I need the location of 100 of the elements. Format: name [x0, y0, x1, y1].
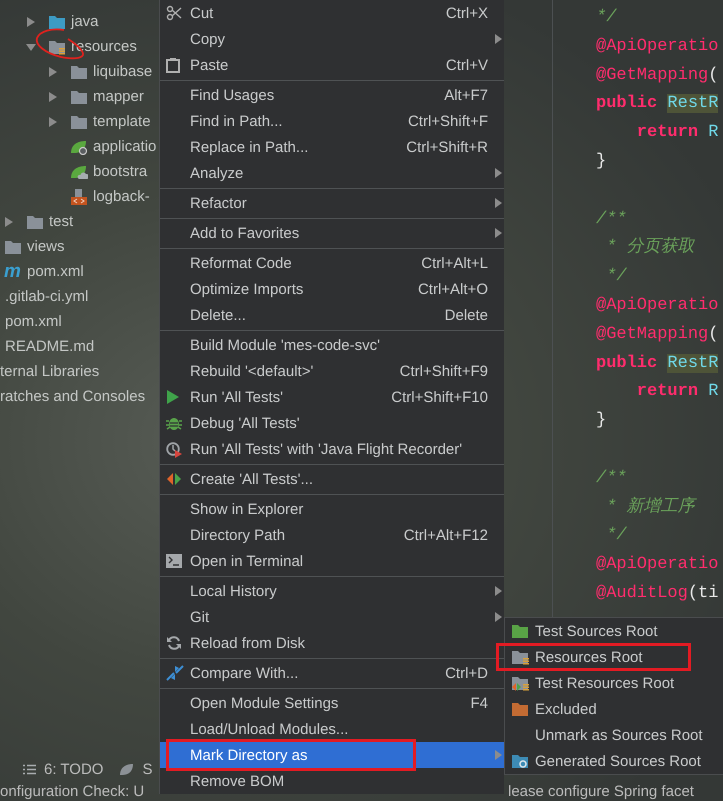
list-icon [23, 764, 36, 775]
tool-window-button[interactable]: S [119, 761, 152, 778]
bug-icon [166, 415, 182, 431]
tree-item[interactable]: test [49, 213, 74, 230]
reload-icon [166, 635, 182, 651]
menu-item[interactable]: Local History [160, 578, 504, 604]
code-line: @AuditLog(ti [596, 584, 718, 603]
tool-window-button[interactable]: 6: TODO [23, 761, 104, 778]
expand-arrow-icon[interactable] [26, 16, 36, 26]
tree-item[interactable]: ternal Libraries [0, 363, 100, 380]
menu-item[interactable]: Unmark as Sources Root [505, 722, 723, 748]
expand-arrow-icon[interactable] [4, 216, 14, 226]
expand-arrow-icon[interactable] [48, 116, 58, 126]
folder-icon [70, 114, 88, 130]
menu-item[interactable]: Copy [160, 26, 504, 52]
menu-item[interactable]: Refactor [160, 190, 504, 216]
tree-item[interactable]: ratches and Consoles [0, 388, 146, 405]
menu-item[interactable]: Test Resources Root [505, 670, 723, 696]
folder-icon [4, 238, 22, 254]
tree-item[interactable]: applicatio [93, 138, 156, 155]
menu-item[interactable]: Delete... Delete [160, 302, 504, 328]
menu-item[interactable]: Test Sources Root [505, 618, 723, 644]
maven-icon: m [4, 262, 21, 281]
expand-arrow-icon[interactable] [48, 66, 58, 76]
menu-item[interactable]: Build Module 'mes-code-svc' [160, 332, 504, 358]
code-line: @GetMapping( [596, 66, 718, 85]
folder-icon [511, 675, 530, 691]
folder-icon [26, 214, 44, 230]
menu-item[interactable]: Create 'All Tests'... [160, 466, 504, 492]
code-line: * 新增工序 [605, 498, 695, 517]
tree-item[interactable]: views [27, 238, 65, 255]
folder-icon [511, 753, 530, 769]
menu-item[interactable]: Git [160, 604, 504, 630]
code-line: return R [636, 123, 718, 142]
code-line: /** [596, 468, 627, 488]
menu-item[interactable]: Debug 'All Tests' [160, 410, 504, 436]
menu-item[interactable]: Show in Explorer [160, 496, 504, 522]
folder-icon [511, 623, 530, 639]
code-line: return R [636, 382, 718, 402]
code-line: */ [596, 8, 616, 27]
code-line: * 分页获取 [605, 238, 695, 258]
menu-item[interactable]: Cut Ctrl+X [160, 0, 504, 26]
xml-file-icon [70, 188, 88, 206]
menu-item[interactable]: Open in Terminal [160, 548, 504, 574]
menu-item[interactable]: Load/Unload Modules... [160, 716, 504, 742]
clock-icon [166, 440, 183, 458]
folder-icon [511, 701, 530, 717]
status-message: lease configure Spring facet [508, 782, 694, 801]
tree-item[interactable]: .gitlab-ci.yml [5, 288, 88, 305]
menu-item[interactable]: Reload from Disk [160, 630, 504, 656]
diamond-icon [166, 471, 182, 487]
folder-icon [48, 14, 66, 30]
menu-item[interactable]: Run 'All Tests' Ctrl+Shift+F10 [160, 384, 504, 410]
code-line: @ApiOperatio [596, 296, 718, 315]
scissors-icon [166, 5, 182, 21]
menu-item[interactable]: Replace in Path... Ctrl+Shift+R [160, 134, 504, 160]
tree-item[interactable]: template [93, 113, 151, 130]
menu-item[interactable]: Analyze [160, 160, 504, 186]
menu-item[interactable]: Resources Root [505, 644, 723, 670]
tree-item[interactable]: mapper [93, 88, 144, 105]
menu-item[interactable]: Mark Directory as [160, 742, 504, 768]
tree-item[interactable]: logback- [93, 188, 150, 205]
code-line: @ApiOperatio [596, 555, 718, 574]
menu-item[interactable]: Find Usages Alt+F7 [160, 82, 504, 108]
code-line: public RestR [596, 354, 718, 373]
expand-arrow-icon[interactable] [48, 92, 58, 102]
menu-item[interactable]: Generated Sources Root [505, 748, 723, 774]
menu-item[interactable]: Compare With... Ctrl+D [160, 660, 504, 686]
menu-item[interactable]: Optimize Imports Ctrl+Alt+O [160, 276, 504, 302]
tree-item[interactable]: README.md [5, 338, 94, 355]
play-icon [166, 389, 180, 405]
menu-item[interactable]: Run 'All Tests' with 'Java Flight Recorder' [160, 436, 504, 462]
menu-item[interactable]: Paste Ctrl+V [160, 52, 504, 78]
menu-item[interactable]: Open Module Settings F4 [160, 690, 504, 716]
tree-item[interactable]: pom.xml [5, 313, 62, 330]
terminal-icon [166, 554, 182, 568]
code-line: */ [605, 526, 627, 546]
tree-item[interactable]: java [71, 13, 99, 30]
folder-icon [511, 649, 530, 665]
folder-icon [70, 88, 88, 104]
menu-item[interactable]: Remove BOM [160, 768, 504, 794]
menu-item[interactable]: Find in Path... Ctrl+Shift+F [160, 108, 504, 134]
leaf-icon [70, 138, 88, 154]
status-message: onfiguration Check: U [0, 782, 146, 801]
menu-item[interactable]: Add to Favorites [160, 220, 504, 246]
folder-icon [70, 64, 88, 80]
tree-item[interactable]: liquibase [93, 63, 152, 80]
expand-arrow-icon[interactable] [26, 42, 36, 52]
menu-item[interactable]: Directory Path Ctrl+Alt+F12 [160, 522, 504, 548]
clipboard-icon [166, 57, 180, 73]
code-line: @ApiOperatio [596, 36, 718, 56]
menu-item[interactable]: Reformat Code Ctrl+Alt+L [160, 250, 504, 276]
leaf-icon [70, 164, 88, 180]
tree-item[interactable]: bootstra [93, 163, 148, 180]
menu-item[interactable]: Excluded [505, 696, 723, 722]
folder-icon [48, 38, 66, 54]
compare-arrows-icon [166, 665, 184, 681]
menu-item[interactable]: Rebuild '<default>' Ctrl+Shift+F9 [160, 358, 504, 384]
tree-item[interactable]: pom.xml [27, 263, 84, 280]
code-line: } [596, 152, 606, 171]
